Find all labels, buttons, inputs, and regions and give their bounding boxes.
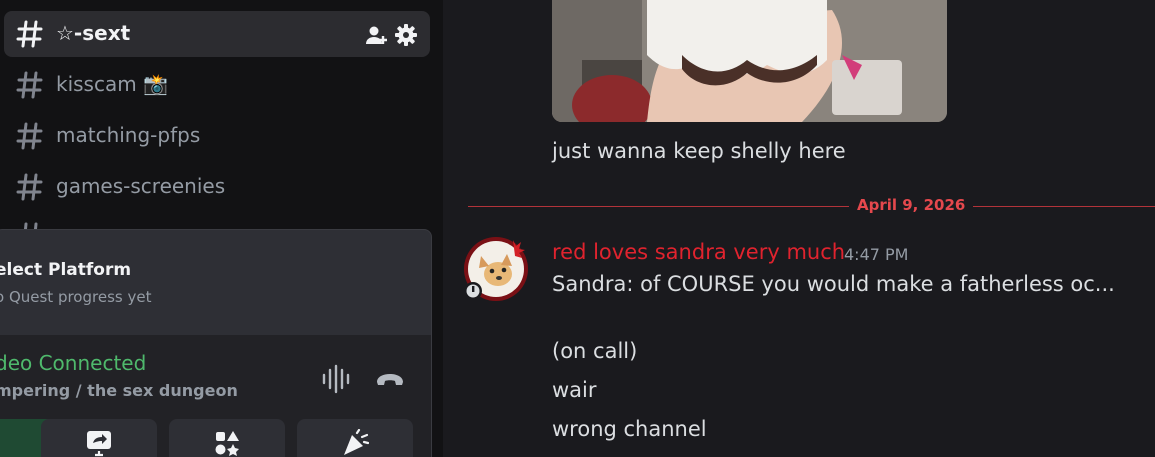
voice-connection-panel: deo Connected mpering / the sex dungeon [0, 335, 432, 457]
message-text: just wanna keep shelly here [552, 139, 846, 163]
date-divider-label: April 9, 2026 [849, 196, 974, 214]
message-line: Sandra: of COURSE you would make a fathe… [552, 272, 1115, 296]
settings-gear-icon[interactable] [394, 23, 418, 47]
user-avatar[interactable] [463, 236, 529, 302]
voice-channel-location[interactable]: mpering / the sex dungeon [0, 381, 238, 400]
chat-area: just wanna keep shelly here April 9, 202… [443, 0, 1155, 457]
activities-button[interactable] [169, 419, 285, 457]
message-image-attachment[interactable] [552, 0, 947, 122]
noise-suppression-icon[interactable] [320, 363, 352, 395]
voice-status[interactable]: deo Connected [0, 351, 146, 375]
screen-share-icon [87, 431, 111, 457]
crochet-photo [552, 0, 947, 122]
activities-icon [215, 431, 239, 456]
hashtag-icon [16, 20, 43, 48]
date-divider-line [468, 206, 1155, 207]
message-line: wair [552, 378, 597, 402]
channel-name: ☆-sext [56, 21, 131, 45]
channel-item-games-screenies[interactable]: games-screenies [4, 164, 430, 210]
channel-name: kisscam 📸 [56, 72, 168, 96]
invite-member-icon[interactable] [364, 23, 388, 47]
hashtag-icon [16, 122, 43, 150]
screen-share-button[interactable] [41, 419, 157, 457]
disconnect-call-icon[interactable] [374, 363, 406, 395]
quest-subtitle: o Quest progress yet [0, 288, 152, 306]
hashtag-icon [16, 71, 43, 99]
soundboard-button[interactable] [297, 419, 413, 457]
quest-title: elect Platform [0, 260, 132, 280]
message-line: wrong channel [552, 417, 707, 441]
channel-item-matching-pfps[interactable]: matching-pfps [4, 113, 430, 159]
message-author[interactable]: red loves sandra very much [552, 240, 845, 264]
channel-item-kisscam[interactable]: kisscam 📸 [4, 62, 430, 108]
message-line: (on call) [552, 339, 638, 363]
channel-sidebar: ☆-sext kisscam 📸 matching-pfps games-scr… [0, 0, 443, 457]
soundboard-icon [344, 429, 369, 455]
hashtag-icon [16, 173, 43, 201]
message-timestamp: 4:47 PM [844, 245, 909, 264]
channel-item-sext[interactable]: ☆-sext [4, 11, 430, 57]
channel-name: games-screenies [56, 174, 226, 198]
channel-name: matching-pfps [56, 123, 201, 147]
quest-panel[interactable]: elect Platform o Quest progress yet [0, 229, 432, 337]
